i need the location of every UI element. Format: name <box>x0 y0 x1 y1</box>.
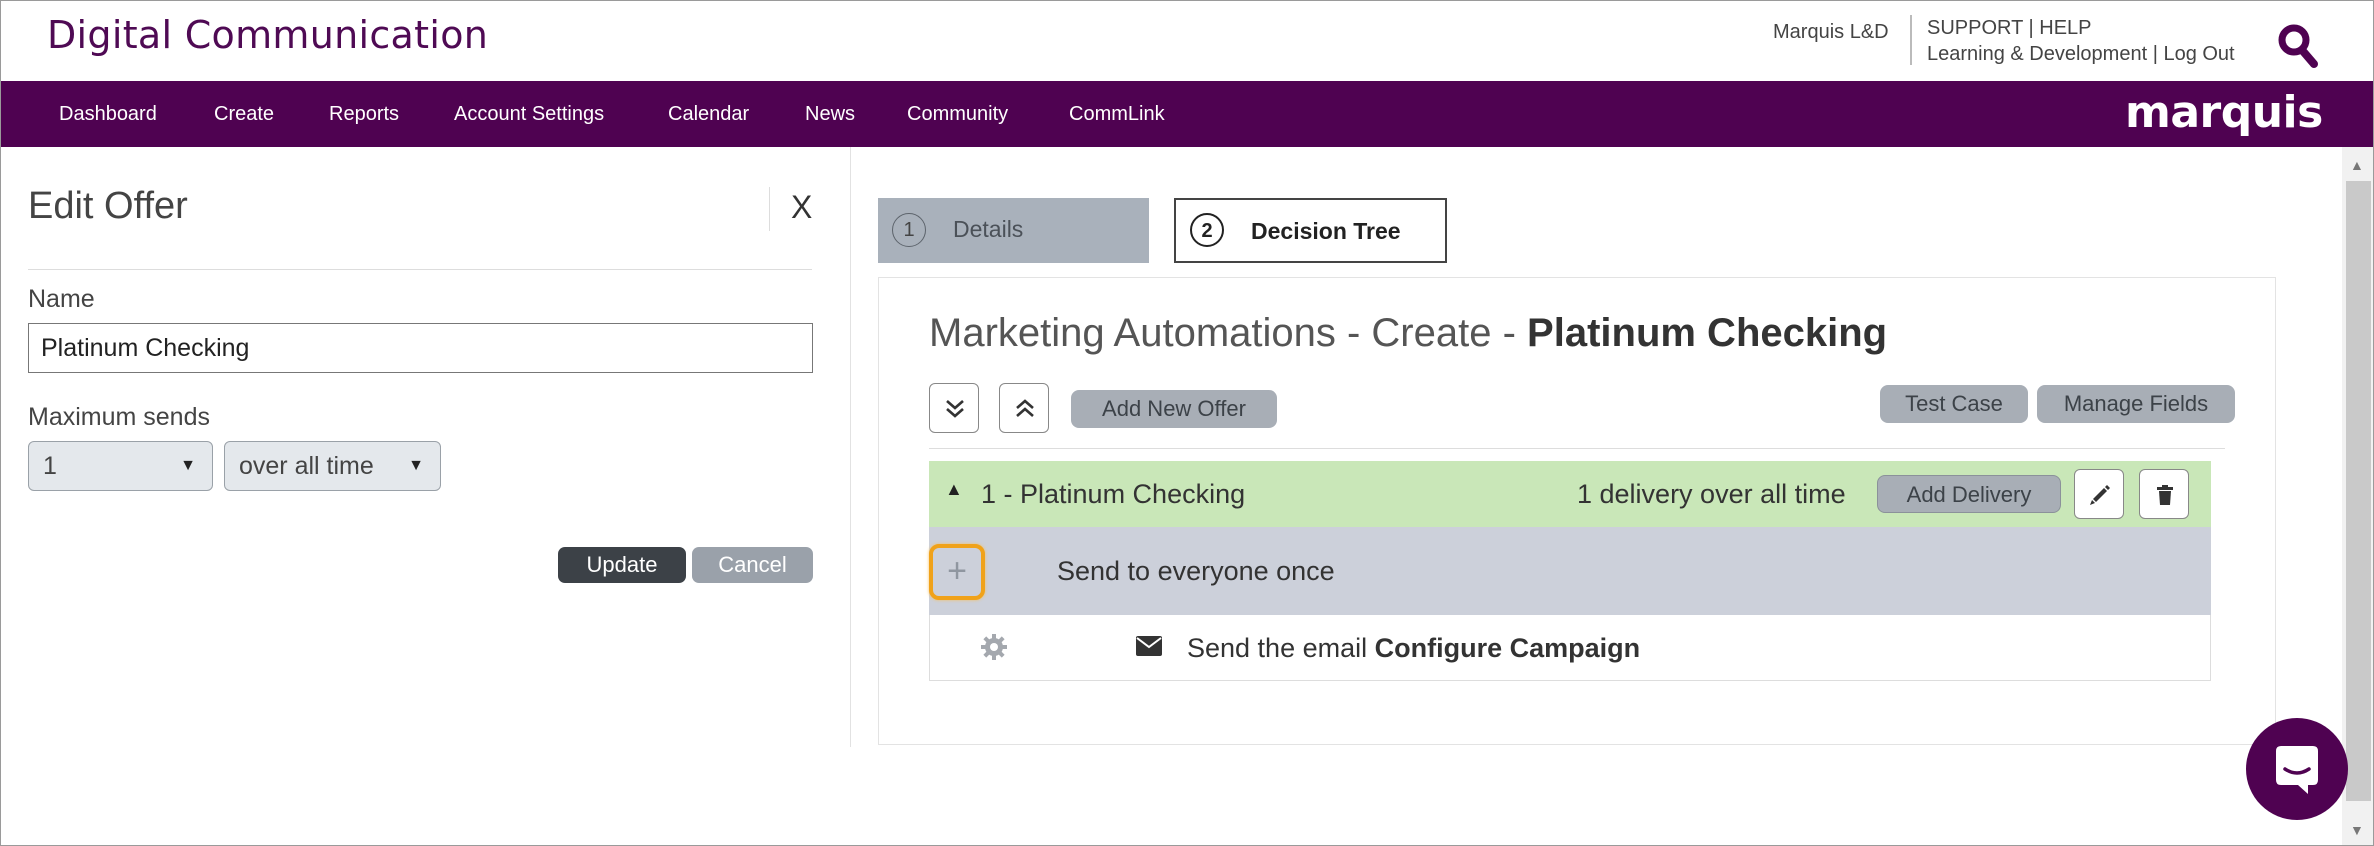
main-nav: Dashboard Create Reports Account Setting… <box>1 81 2373 147</box>
step-decision-tree[interactable]: 2 Decision Tree <box>1174 198 1447 263</box>
name-input[interactable] <box>28 323 813 373</box>
trash-icon <box>2157 485 2173 505</box>
brand-title: Digital Communication <box>47 13 489 57</box>
period-select[interactable]: over all time ▼ <box>224 441 441 491</box>
panel-title: Edit Offer <box>28 185 188 227</box>
add-delivery-button[interactable]: Add Delivery <box>1877 475 2061 513</box>
nav-reports[interactable]: Reports <box>329 81 399 147</box>
title-offer-name: Platinum Checking <box>1527 311 1888 355</box>
card-divider <box>929 448 2225 449</box>
pencil-icon <box>2090 485 2110 505</box>
support-help-link[interactable]: SUPPORT | HELP <box>1927 15 2235 41</box>
action-row: Send the email Configure Campaign <box>929 615 2211 681</box>
caret-down-icon: ▼ <box>408 457 424 474</box>
envelope-icon <box>1136 636 1162 656</box>
configure-campaign-link[interactable]: Configure Campaign <box>1375 633 1641 663</box>
nav-community[interactable]: Community <box>907 81 1008 147</box>
nav-create[interactable]: Create <box>214 81 274 147</box>
user-name[interactable]: Marquis L&D <box>1773 21 1889 44</box>
expand-all-button[interactable] <box>929 383 979 433</box>
chat-bubble-icon <box>2276 746 2318 794</box>
step-number: 2 <box>1190 213 1224 247</box>
step-label: Decision Tree <box>1251 218 1401 244</box>
caret-down-icon: ▼ <box>180 457 196 474</box>
rule-row: + Send to everyone once <box>929 527 2211 615</box>
header-divider <box>1910 15 1912 65</box>
app-root: Digital Communication Marquis L&D SUPPOR… <box>0 0 2374 846</box>
panel-divider <box>28 269 812 270</box>
offer-title: 1 - Platinum Checking <box>981 479 1246 509</box>
scroll-up-icon[interactable]: ▲ <box>2350 157 2364 173</box>
edit-offer-panel: Edit Offer X Name Maximum sends 1 ▼ over… <box>1 147 851 747</box>
nav-account-settings[interactable]: Account Settings <box>454 81 604 147</box>
nav-commlink[interactable]: CommLink <box>1069 81 1165 147</box>
max-sends-value: 1 <box>43 452 57 480</box>
step-number: 1 <box>892 213 926 247</box>
dept-logout-link[interactable]: Learning & Development | Log Out <box>1927 41 2235 67</box>
add-rule-button[interactable]: + <box>929 544 985 600</box>
nav-calendar[interactable]: Calendar <box>668 81 749 147</box>
collapse-all-button[interactable] <box>999 383 1049 433</box>
action-text: Send the email Configure Campaign <box>1187 615 1640 681</box>
gear-icon[interactable] <box>980 633 1008 661</box>
manage-fields-button[interactable]: Manage Fields <box>2037 385 2235 423</box>
support-links[interactable]: SUPPORT | HELP Learning & Development | … <box>1927 15 2235 67</box>
name-label: Name <box>28 285 95 313</box>
double-chevron-up-icon <box>1016 399 1034 417</box>
automation-title: Marketing Automations - Create - Platinu… <box>929 311 1887 356</box>
close-divider <box>769 187 770 231</box>
delivery-info: 1 delivery over all time <box>1577 479 1846 509</box>
title-prefix: Marketing Automations - Create - <box>929 311 1528 355</box>
delete-offer-button[interactable] <box>2139 469 2189 519</box>
update-button[interactable]: Update <box>558 547 686 583</box>
max-sends-label: Maximum sends <box>28 403 210 431</box>
offer-row: ▲ 1 - Platinum Checking 1 delivery over … <box>929 461 2211 527</box>
double-chevron-down-icon <box>946 400 964 418</box>
rule-text: Send to everyone once <box>1057 556 1335 586</box>
test-case-button[interactable]: Test Case <box>1880 385 2028 423</box>
step-label: Details <box>953 216 1024 242</box>
cancel-button[interactable]: Cancel <box>692 547 813 583</box>
edit-offer-button[interactable] <box>2074 469 2124 519</box>
close-button[interactable]: X <box>791 189 812 226</box>
period-value: over all time <box>239 452 374 480</box>
chat-button[interactable] <box>2246 718 2348 820</box>
action-prefix: Send the email <box>1187 633 1375 663</box>
top-header: Digital Communication Marquis L&D SUPPOR… <box>1 1 2373 81</box>
nav-news[interactable]: News <box>805 81 855 147</box>
scrollbar-thumb[interactable] <box>2346 181 2371 801</box>
plus-icon: + <box>947 552 967 590</box>
marquis-logo: marquis <box>2125 87 2323 138</box>
step-details[interactable]: 1 Details <box>878 198 1149 263</box>
add-new-offer-button[interactable]: Add New Offer <box>1071 390 1277 428</box>
search-icon[interactable] <box>2277 23 2319 69</box>
nav-dashboard[interactable]: Dashboard <box>59 81 157 147</box>
scroll-down-icon[interactable]: ▼ <box>2350 822 2364 838</box>
caret-up-icon[interactable]: ▲ <box>945 479 963 500</box>
max-sends-select[interactable]: 1 ▼ <box>28 441 213 491</box>
